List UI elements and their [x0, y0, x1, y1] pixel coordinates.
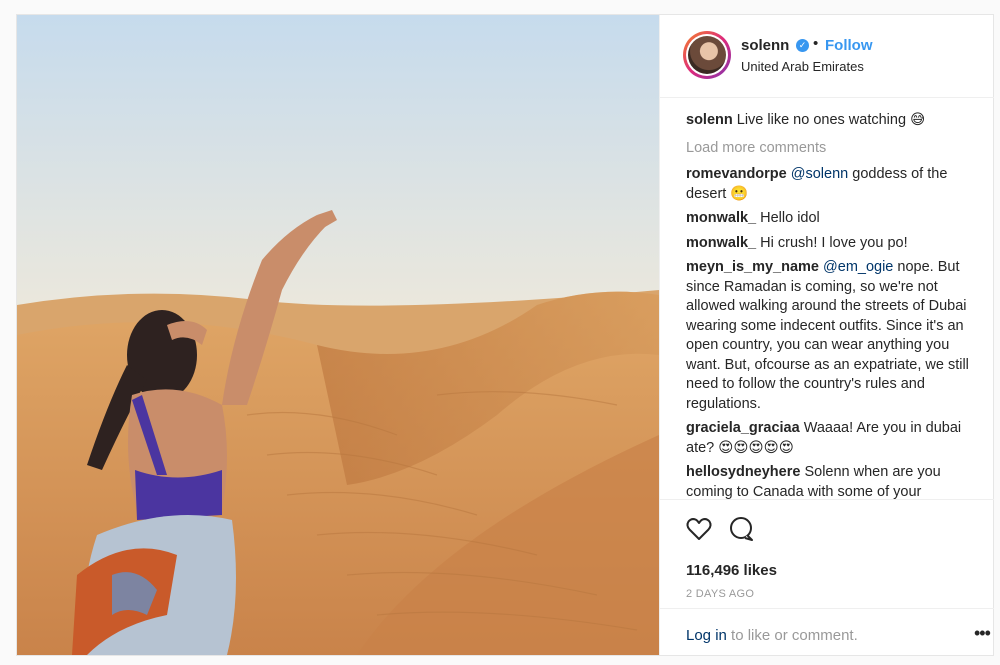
verified-badge-icon: ✓	[796, 39, 809, 52]
post-photo[interactable]	[17, 15, 659, 655]
comment-item: monwalk_ Hello idol	[686, 209, 986, 229]
likes-count[interactable]: 116,496 likes	[686, 562, 777, 579]
login-link[interactable]: Log in	[686, 627, 727, 644]
comment-username[interactable]: meyn_is_my_name	[686, 259, 819, 275]
comments-list[interactable]: solenn Live like no ones watching 😅 Load…	[686, 111, 986, 499]
login-prompt-text: to like or comment.	[731, 627, 858, 644]
comment-item: monwalk_ Hi crush! I love you po!	[686, 234, 986, 254]
more-options-icon[interactable]: •••	[974, 623, 991, 644]
comment-item: graciela_graciaa Waaaa! Are you in dubai…	[686, 419, 986, 458]
comment-text: nope. But since Ramadan is coming, so we…	[686, 259, 969, 412]
comment-text: Hi crush! I love you po!	[760, 234, 908, 251]
comment-mention[interactable]: @em_ogie	[823, 259, 893, 275]
avatar-image	[688, 36, 726, 74]
comment-username[interactable]: monwalk_	[686, 235, 756, 251]
caption: solenn Live like no ones watching 😅	[686, 111, 986, 131]
instagram-post: solenn ✓ • Follow United Arab Emirates s…	[16, 14, 994, 656]
comment-username[interactable]: romevandorpe	[686, 166, 787, 182]
avatar-ring	[686, 34, 728, 76]
heart-icon-svg	[686, 518, 712, 540]
post-actions: 116,496 likes 2 DAYS AGO Log in to like …	[660, 499, 994, 656]
comment-item: romevandorpe @solenn goddess of the dese…	[686, 165, 986, 204]
follow-button[interactable]: Follow	[825, 37, 873, 54]
comment-mention[interactable]: @solenn	[791, 166, 848, 182]
post-timestamp: 2 DAYS AGO	[686, 588, 755, 600]
comment-text: Hello idol	[760, 210, 820, 226]
comment-username[interactable]: monwalk_	[686, 210, 756, 226]
post-sidebar: solenn ✓ • Follow United Arab Emirates s…	[659, 15, 994, 655]
separator-dot: •	[813, 35, 819, 52]
comment-username[interactable]: hellosydneyhere	[686, 464, 800, 480]
post-header: solenn ✓ • Follow United Arab Emirates	[660, 15, 994, 98]
comment-item: meyn_is_my_name @em_ogie nope. But since…	[686, 258, 986, 414]
desert-photo-illustration	[17, 15, 659, 655]
comment-username[interactable]: graciela_graciaa	[686, 420, 800, 436]
load-more-comments-button[interactable]: Load more comments	[686, 139, 986, 159]
heart-icon[interactable]	[684, 514, 714, 544]
speech-bubble-icon-svg	[730, 517, 753, 541]
speech-bubble-icon[interactable]	[726, 514, 756, 544]
avatar[interactable]	[683, 31, 731, 79]
login-prompt: Log in to like or comment.	[686, 627, 858, 644]
caption-text: Live like no ones watching 😅	[736, 112, 926, 128]
login-bar: Log in to like or comment. •••	[660, 608, 994, 657]
username-link[interactable]: solenn	[741, 37, 789, 54]
comment-item: hellosydneyhere Solenn when are you comi…	[686, 463, 986, 499]
caption-username[interactable]: solenn	[686, 112, 733, 128]
location-link[interactable]: United Arab Emirates	[741, 59, 864, 74]
